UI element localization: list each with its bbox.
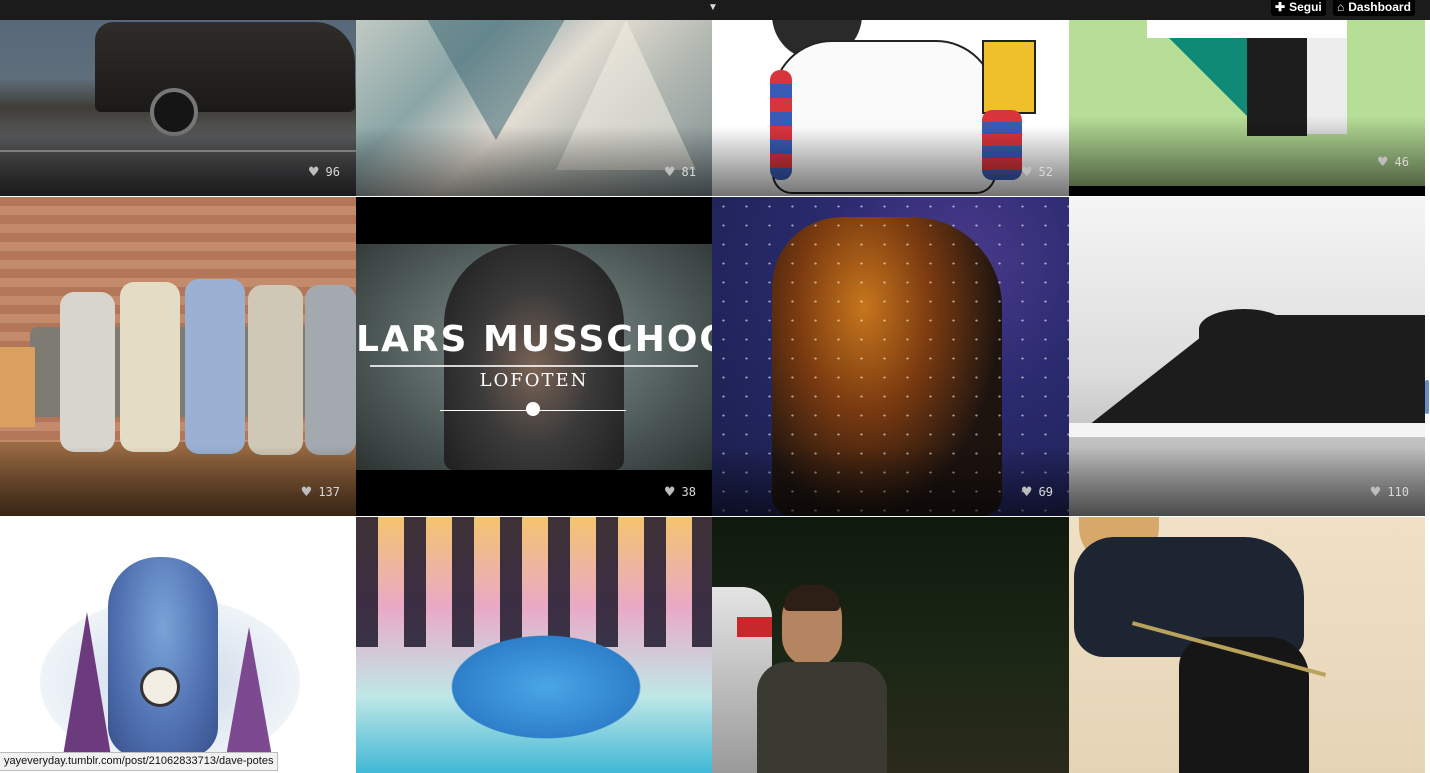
heart-icon: ♥	[1376, 155, 1389, 170]
mountain-peak	[1199, 309, 1289, 349]
tile-fade	[712, 446, 1069, 516]
post-tile-night[interactable]	[712, 517, 1069, 773]
tile-fade	[356, 126, 712, 196]
like-count-value: 38	[681, 485, 696, 499]
heart-icon: ♥	[1020, 485, 1033, 500]
tile-spacer	[1069, 186, 1425, 196]
post-tile-monster[interactable]	[0, 517, 356, 773]
post-tile-mountain[interactable]: ♥ 110	[1069, 197, 1425, 516]
shard-shape	[416, 0, 576, 140]
like-count: ♥ 38	[664, 485, 696, 500]
status-url: yayeveryday.tumblr.com/post/21062833713/…	[4, 755, 274, 767]
photo-grid: ♥ 96 ♥ 81 ♥ 52 ♥ 46 ♥ 137 LARS MUSSCHO L…	[0, 0, 1430, 773]
coffin-shape	[982, 40, 1036, 114]
like-count: ♥ 52	[1021, 165, 1053, 180]
heart-icon: ♥	[1369, 485, 1382, 500]
white-band	[1147, 20, 1347, 38]
scrollbar-thumb[interactable]	[1425, 380, 1429, 414]
follow-label: Segui	[1289, 0, 1322, 14]
post-tile-band[interactable]: ♥ 137	[0, 197, 356, 516]
person-shape	[120, 282, 180, 452]
like-count: ♥ 69	[1021, 485, 1053, 500]
post-tile-abstract[interactable]: ♥ 81	[356, 0, 712, 196]
blue-figure	[436, 627, 656, 747]
person-shape	[60, 292, 115, 452]
tree-shape	[62, 612, 112, 762]
post-tile-illustration[interactable]: ♥ 52	[712, 0, 1069, 196]
tail-light	[737, 617, 772, 637]
person-shape	[185, 279, 245, 454]
like-count: ♥ 46	[1377, 155, 1409, 170]
tree-shape	[225, 627, 273, 762]
tile-fade	[1069, 446, 1425, 516]
post-tile-video[interactable]: LARS MUSSCHOOT LOFOTEN ♥ 38	[356, 197, 712, 516]
surf	[1069, 423, 1425, 437]
heart-icon: ♥	[307, 165, 320, 180]
tile-fade	[1069, 116, 1425, 186]
status-bar: yayeveryday.tumblr.com/post/21062833713/…	[0, 752, 279, 771]
side-table	[0, 347, 35, 427]
teal-triangle	[1169, 38, 1249, 118]
like-count-value: 96	[325, 165, 340, 179]
chevron-down-icon[interactable]: ▼	[706, 2, 720, 14]
post-tile-geometric[interactable]: ♥ 46	[1069, 0, 1425, 186]
like-count-value: 46	[1394, 155, 1409, 169]
plus-icon: ✚	[1275, 0, 1286, 14]
like-count-value: 137	[318, 485, 340, 499]
sweater-shape	[757, 662, 887, 773]
like-count-value: 81	[681, 165, 696, 179]
person-shape	[305, 285, 356, 455]
like-count-value: 52	[1038, 165, 1053, 179]
heart-icon: ♥	[663, 485, 676, 500]
post-tile-space[interactable]: ♥ 69	[712, 197, 1069, 516]
hair-shape	[784, 585, 840, 611]
tile-fade	[0, 126, 356, 196]
divider	[370, 365, 698, 367]
heart-icon: ♥	[1020, 165, 1033, 180]
heart-icon: ♥	[300, 485, 313, 500]
banjo-shape	[140, 667, 180, 707]
like-count: ♥ 110	[1370, 485, 1409, 500]
dashboard-label: Dashboard	[1348, 0, 1411, 14]
monster-shape	[108, 557, 218, 757]
post-tile-cyclist[interactable]	[1069, 517, 1425, 773]
post-tile-van[interactable]: ♥ 96	[0, 0, 356, 196]
post-tile-painting[interactable]	[356, 517, 712, 773]
tile-fade	[0, 446, 356, 516]
logo-icon	[526, 402, 540, 416]
like-count: ♥ 81	[664, 165, 696, 180]
like-count-value: 69	[1038, 485, 1053, 499]
video-title: LARS MUSSCHOOT	[356, 319, 712, 360]
tile-fade	[712, 126, 1069, 196]
video-subtitle: LOFOTEN	[479, 370, 589, 391]
van-shape	[95, 22, 355, 112]
like-count: ♥ 137	[301, 485, 340, 500]
jeans-shape	[1179, 637, 1309, 773]
like-count: ♥ 96	[308, 165, 340, 180]
like-count-value: 110	[1387, 485, 1409, 499]
person-shape	[248, 285, 303, 455]
heart-icon: ♥	[663, 165, 676, 180]
follow-button[interactable]: ✚ Segui	[1271, 0, 1326, 16]
top-bar: ▼ ✚ Segui ⌂ Dashboard	[0, 0, 1430, 20]
home-icon: ⌂	[1337, 0, 1345, 14]
dashboard-button[interactable]: ⌂ Dashboard	[1333, 0, 1415, 16]
